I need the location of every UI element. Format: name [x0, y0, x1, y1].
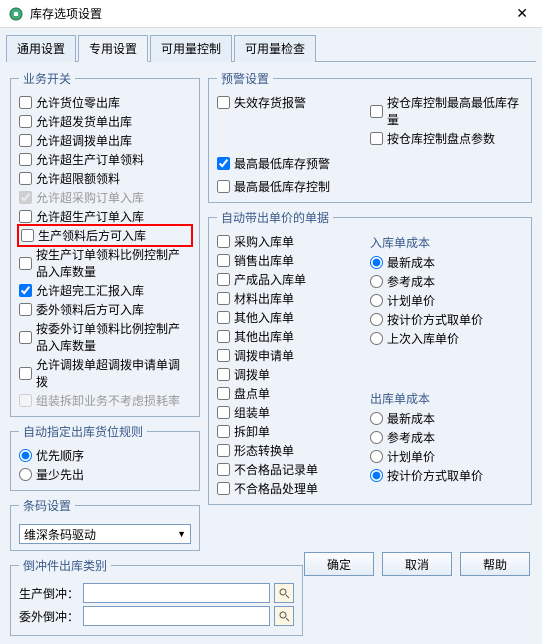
legend-autoloc: 自动指定出库货位规则: [19, 423, 147, 440]
chk-over-po-in: 允许超采购订单入库: [19, 188, 191, 207]
legend-barcode: 条码设置: [19, 497, 75, 514]
rad-out-method[interactable]: 按计价方式取单价: [370, 466, 523, 485]
fieldset-warn: 预警设置 失效存货报警 按仓库控制最高最低库存量 按仓库控制盘点参数 最高最低库…: [208, 70, 532, 203]
chk-fg-in[interactable]: 产成品入库单: [217, 270, 370, 289]
rad-out-latest[interactable]: 最新成本: [370, 409, 523, 428]
rad-priority[interactable]: 优先顺序: [19, 446, 191, 465]
window-title: 库存选项设置: [30, 5, 510, 22]
legend-offset: 倒冲件出库类别: [19, 557, 111, 574]
chk-trans-req[interactable]: 调拨申请单: [217, 346, 370, 365]
chk-outsrc-ratio[interactable]: 按委外订单领料比例控制产品入库数量: [19, 319, 191, 355]
chk-trans[interactable]: 调拨单: [217, 365, 370, 384]
chk-disassem[interactable]: 拆卸单: [217, 422, 370, 441]
legend-autoprice: 自动带出单价的单据: [217, 209, 333, 226]
chevron-down-icon: ▼: [177, 529, 186, 539]
lbl-prod-offset: 生产倒冲：: [19, 585, 79, 602]
chk-transfer-over[interactable]: 允许调拨单超调拨申请单调拨: [19, 355, 191, 391]
chk-assem[interactable]: 组装单: [217, 403, 370, 422]
fieldset-auto-loc: 自动指定出库货位规则 优先顺序 量少先出: [10, 423, 200, 491]
chk-nc-handle[interactable]: 不合格品处理单: [217, 479, 370, 498]
rad-in-plan[interactable]: 计划单价: [370, 291, 523, 310]
chk-other-in[interactable]: 其他入库单: [217, 308, 370, 327]
close-icon[interactable]: ✕: [510, 5, 534, 22]
rad-less-first[interactable]: 量少先出: [19, 465, 191, 484]
rad-out-plan[interactable]: 计划单价: [370, 447, 523, 466]
help-button[interactable]: 帮助: [460, 552, 530, 576]
chk-wh-minmax[interactable]: 按仓库控制最高最低库存量: [370, 93, 523, 129]
tab-avail-ctrl[interactable]: 可用量控制: [150, 35, 232, 62]
incost-title: 入库单成本: [370, 234, 523, 251]
chk-wh-count[interactable]: 按仓库控制盘点参数: [370, 129, 523, 148]
rad-out-ref[interactable]: 参考成本: [370, 428, 523, 447]
chk-count[interactable]: 盘点单: [217, 384, 370, 403]
chk-po-in[interactable]: 采购入库单: [217, 232, 370, 251]
app-icon: [8, 6, 24, 22]
tab-avail-check[interactable]: 可用量检查: [234, 35, 316, 62]
legend-biz: 业务开关: [19, 70, 75, 87]
chk-over-ship[interactable]: 允许超发货单出库: [19, 112, 191, 131]
chk-mat-out[interactable]: 材料出库单: [217, 289, 370, 308]
chk-so-out[interactable]: 销售出库单: [217, 251, 370, 270]
legend-warn: 预警设置: [217, 70, 273, 87]
fieldset-biz-switch: 业务开关 允许货位零出库 允许超发货单出库 允许超调拨单出库 允许超生产订单领料…: [10, 70, 200, 417]
chk-minmax-warn[interactable]: 最高最低库存预警: [217, 154, 523, 173]
chk-outsrc-pick[interactable]: 委外领料后方可入库: [19, 300, 191, 319]
chk-expire[interactable]: 失效存货报警: [217, 93, 370, 112]
chk-minmax-ctrl[interactable]: 最高最低库存控制: [217, 177, 523, 196]
chk-pick-before-in[interactable]: 生产领料后方可入库: [21, 226, 189, 245]
cancel-button[interactable]: 取消: [382, 552, 452, 576]
chk-ratio-ctrl[interactable]: 按生产订单领料比例控制产品入库数量: [19, 245, 191, 281]
tab-general[interactable]: 通用设置: [6, 35, 76, 62]
lbl-out-offset: 委外倒冲：: [19, 608, 79, 625]
chk-over-transfer[interactable]: 允许超调拨单出库: [19, 131, 191, 150]
barcode-driver-select[interactable]: 维深条码驱动▼: [19, 524, 191, 544]
fieldset-auto-price: 自动带出单价的单据 采购入库单 销售出库单 产成品入库单 材料出库单 其他入库单…: [208, 209, 532, 505]
chk-assem-loss: 组装拆卸业务不考虑损耗率: [19, 391, 191, 410]
chk-shape[interactable]: 形态转换单: [217, 441, 370, 460]
chk-zero-out[interactable]: 允许货位零出库: [19, 93, 191, 112]
rad-in-latest[interactable]: 最新成本: [370, 253, 523, 272]
chk-other-out[interactable]: 其他出库单: [217, 327, 370, 346]
rad-in-ref[interactable]: 参考成本: [370, 272, 523, 291]
chk-nc-rec[interactable]: 不合格品记录单: [217, 460, 370, 479]
chk-over-limit[interactable]: 允许超限额领料: [19, 169, 191, 188]
outcost-title: 出库单成本: [370, 390, 523, 407]
rad-in-last[interactable]: 上次入库单价: [370, 329, 523, 348]
tab-special[interactable]: 专用设置: [78, 35, 148, 62]
chk-over-prod-pick[interactable]: 允许超生产订单领料: [19, 150, 191, 169]
chk-over-complete[interactable]: 允许超完工汇报入库: [19, 281, 191, 300]
ok-button[interactable]: 确定: [304, 552, 374, 576]
rad-in-method[interactable]: 按计价方式取单价: [370, 310, 523, 329]
fieldset-barcode: 条码设置 维深条码驱动▼: [10, 497, 200, 551]
